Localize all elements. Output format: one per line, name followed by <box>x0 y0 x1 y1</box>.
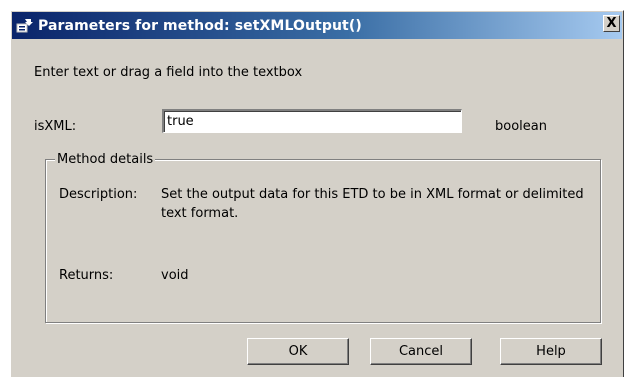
description-label: Description: <box>59 187 138 202</box>
description-text: Set the output data for this ETD to be i… <box>161 187 584 221</box>
returns-label: Returns: <box>59 268 114 283</box>
ok-button[interactable]: OK <box>247 338 349 365</box>
window-title: Parameters for method: setXMLOutput() <box>38 17 362 34</box>
instruction-text: Enter text or drag a field into the text… <box>34 65 303 80</box>
parameter-type: boolean <box>495 119 547 134</box>
method-details-legend: Method details <box>55 152 156 167</box>
method-details-group <box>45 159 601 323</box>
returns-value: void <box>161 268 189 283</box>
parameter-value-input[interactable] <box>162 109 462 133</box>
close-button[interactable]: X <box>603 15 620 32</box>
parameter-label: isXML: <box>34 119 77 134</box>
parameters-dialog: Parameters for method: setXMLOutput() X … <box>10 10 624 377</box>
cancel-button[interactable]: Cancel <box>370 338 472 365</box>
help-button[interactable]: Help <box>500 338 602 365</box>
wizard-icon <box>16 17 34 35</box>
title-bar[interactable]: Parameters for method: setXMLOutput() X <box>12 12 622 39</box>
